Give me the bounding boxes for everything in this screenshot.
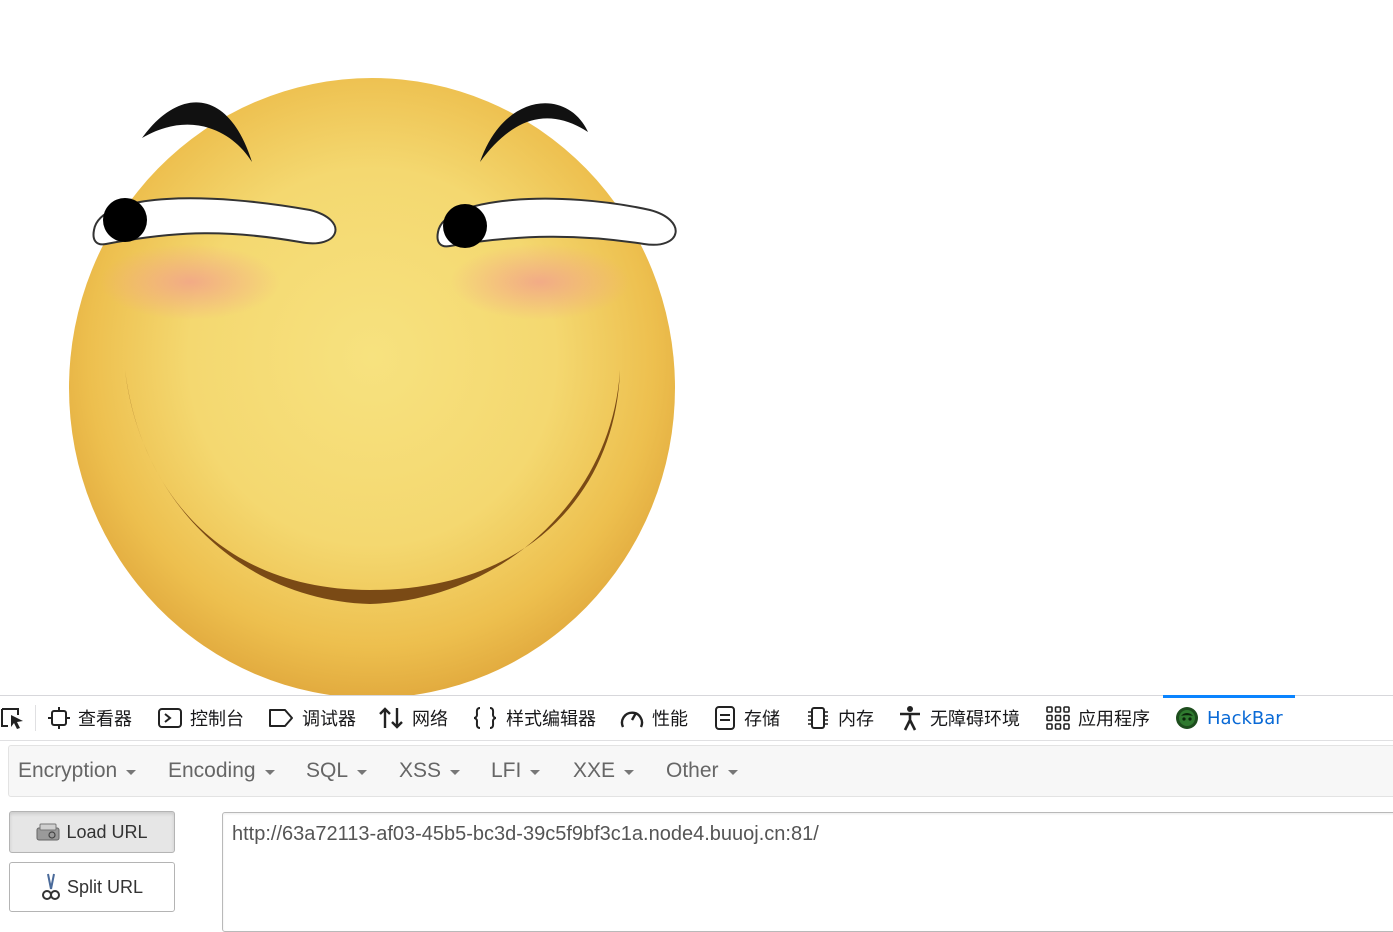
smiling-emoji-image xyxy=(69,78,677,695)
menu-label: LFI xyxy=(491,759,522,782)
scissors-icon xyxy=(41,873,60,900)
tab-inspector[interactable]: 查看器 xyxy=(48,696,132,740)
console-icon xyxy=(158,708,182,728)
menu-label: XSS xyxy=(399,759,442,782)
menu-lfi[interactable]: LFI xyxy=(491,746,541,796)
tab-separator xyxy=(35,705,36,731)
tab-label: 调试器 xyxy=(302,709,356,730)
tab-label: 样式编辑器 xyxy=(506,709,596,730)
split-url-button[interactable]: Split URL xyxy=(9,862,175,912)
menu-label: Other xyxy=(666,759,719,782)
menu-xss[interactable]: XSS xyxy=(399,746,461,796)
menu-xxe[interactable]: XXE xyxy=(573,746,635,796)
menu-encryption[interactable]: Encryption xyxy=(18,746,137,796)
tab-label: 内存 xyxy=(838,709,874,730)
menu-label: XXE xyxy=(573,759,616,782)
load-url-button[interactable]: Load URL xyxy=(9,811,175,853)
split-url-label: Split URL xyxy=(66,876,144,897)
tab-debugger[interactable]: 调试器 xyxy=(268,696,356,740)
tab-label: 查看器 xyxy=(78,709,132,730)
tab-console[interactable]: 控制台 xyxy=(158,696,244,740)
caret-down-icon xyxy=(450,770,461,775)
devtools-tab-bar: 查看器 控制台 调试器 网络 样式编辑器 性能 存储 内存 无障碍环境 应用程序… xyxy=(0,695,1393,741)
hackbar-icon xyxy=(1176,707,1198,729)
tab-storage[interactable]: 存储 xyxy=(714,696,780,740)
caret-down-icon xyxy=(126,770,137,775)
network-icon xyxy=(379,707,403,729)
menu-sql[interactable]: SQL xyxy=(306,746,368,796)
tab-network[interactable]: 网络 xyxy=(378,696,448,740)
menu-label: SQL xyxy=(306,759,349,782)
url-input[interactable]: http://63a72113-af03-45b5-bc3d-39c5f9bf3… xyxy=(222,812,1393,932)
caret-down-icon xyxy=(624,770,635,775)
application-icon xyxy=(1046,706,1070,730)
accessibility-icon xyxy=(900,706,920,731)
page-viewport xyxy=(0,0,1393,695)
tab-label: 控制台 xyxy=(190,709,244,730)
tab-label: 应用程序 xyxy=(1078,709,1150,730)
tab-accessibility[interactable]: 无障碍环境 xyxy=(898,696,1020,740)
storage-icon xyxy=(715,706,735,730)
load-url-label: Load URL xyxy=(66,821,148,842)
devtools-panel: 查看器 控制台 调试器 网络 样式编辑器 性能 存储 内存 无障碍环境 应用程序… xyxy=(0,695,1393,932)
tab-label: 无障碍环境 xyxy=(930,709,1020,730)
caret-down-icon xyxy=(727,770,738,775)
style-editor-icon xyxy=(473,707,497,729)
tab-style-editor[interactable]: 样式编辑器 xyxy=(472,696,596,740)
hackbar-menu-bar: Encryption Encoding SQL XSS LFI XXE Othe… xyxy=(8,745,1393,797)
tab-application[interactable]: 应用程序 xyxy=(1046,696,1150,740)
tab-label: 存储 xyxy=(744,709,780,730)
load-url-icon xyxy=(36,823,60,841)
menu-other[interactable]: Other xyxy=(666,746,738,796)
caret-down-icon xyxy=(357,770,368,775)
menu-label: Encoding xyxy=(168,759,256,782)
tab-performance[interactable]: 性能 xyxy=(620,696,688,740)
tab-label: HackBar xyxy=(1207,707,1283,729)
caret-down-icon xyxy=(530,770,541,775)
caret-down-icon xyxy=(264,770,275,775)
performance-icon xyxy=(620,711,644,728)
element-picker-icon[interactable] xyxy=(0,706,26,730)
menu-label: Encryption xyxy=(18,759,118,782)
tab-hackbar[interactable]: HackBar xyxy=(1163,695,1295,740)
tab-label: 网络 xyxy=(412,709,448,730)
menu-encoding[interactable]: Encoding xyxy=(168,746,275,796)
url-value: http://63a72113-af03-45b5-bc3d-39c5f9bf3… xyxy=(232,823,819,845)
inspector-icon xyxy=(48,707,70,729)
tab-memory[interactable]: 内存 xyxy=(806,696,874,740)
tab-label: 性能 xyxy=(652,709,688,730)
memory-icon xyxy=(808,707,828,729)
debugger-icon xyxy=(269,709,293,727)
